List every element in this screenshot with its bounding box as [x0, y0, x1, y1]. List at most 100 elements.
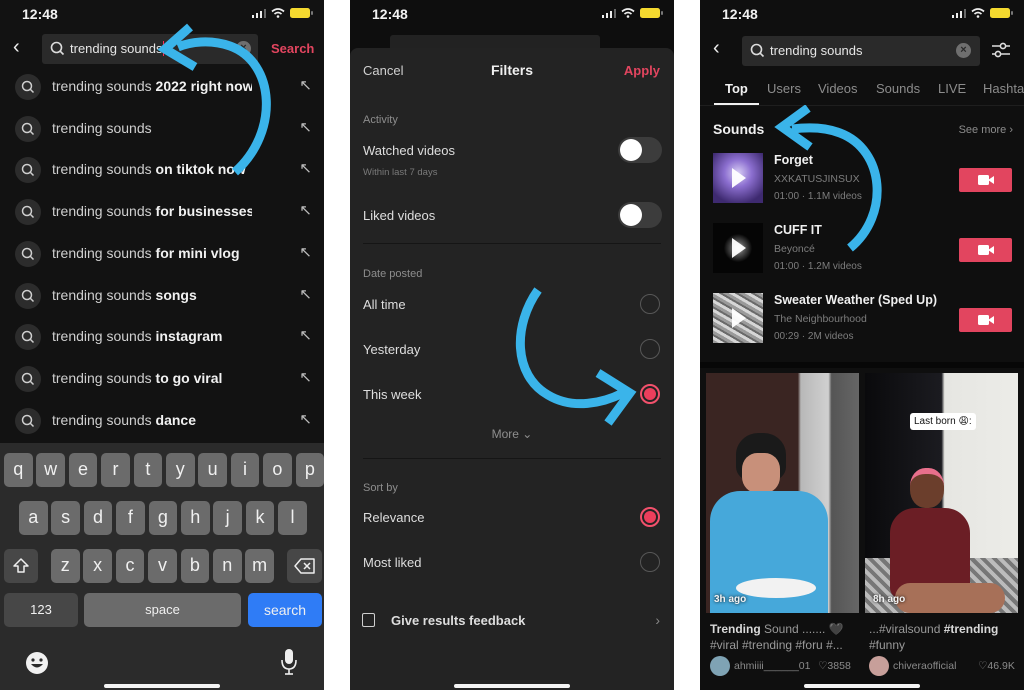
filters-screen: 12:48 Cancel Filters Apply Activity Watc… — [350, 0, 674, 690]
key-j[interactable]: j — [213, 501, 242, 535]
tab-videos[interactable]: Videos — [818, 81, 858, 96]
suggestion-item[interactable]: trending sounds songs ↖ — [0, 276, 324, 318]
fill-query-arrow-icon[interactable]: ↖ — [299, 159, 312, 177]
clear-search-button[interactable]: × — [236, 41, 251, 56]
key-q[interactable]: q — [4, 453, 33, 487]
watched-videos-toggle[interactable] — [618, 137, 662, 163]
space-key[interactable]: space — [84, 593, 241, 627]
sound-meta: 01:00 · 1.1M videos — [774, 191, 862, 202]
see-more-link[interactable]: See more › — [959, 124, 1013, 136]
video-caption[interactable]: ...#viralsound #trending #funny — [869, 621, 1019, 653]
key-x[interactable]: x — [83, 549, 112, 583]
key-z[interactable]: z — [51, 549, 80, 583]
sound-item[interactable]: Sweater Weather (Sped Up) The Neighbourho… — [700, 293, 1024, 355]
use-sound-button[interactable] — [959, 308, 1012, 332]
suggestion-item[interactable]: trending sounds on tiktok now ↖ — [0, 150, 324, 192]
search-input[interactable]: trending sounds × — [42, 34, 258, 64]
sound-item[interactable]: CUFF IT Beyoncé 01:00 · 1.2M videos — [700, 223, 1024, 285]
suggestion-prefix: trending sounds — [52, 411, 152, 428]
key-m[interactable]: m — [245, 549, 274, 583]
key-o[interactable]: o — [263, 453, 292, 487]
key-l[interactable]: l — [278, 501, 307, 535]
video-thumbnail[interactable]: Last born 😩: 8h ago — [865, 373, 1018, 613]
search-button[interactable]: Search — [271, 41, 314, 56]
shift-key[interactable] — [4, 549, 38, 583]
apply-button[interactable]: Apply — [624, 63, 660, 78]
search-input[interactable]: trending sounds × — [742, 36, 980, 66]
key-g[interactable]: g — [148, 501, 178, 535]
key-t[interactable]: t — [133, 453, 163, 487]
feedback-link[interactable]: Give results feedback — [391, 613, 525, 628]
fill-query-arrow-icon[interactable]: ↖ — [299, 76, 312, 94]
video-username[interactable]: chiveraofficial — [893, 660, 956, 672]
fill-query-arrow-icon[interactable]: ↖ — [299, 410, 312, 428]
key-s[interactable]: s — [51, 501, 80, 535]
more-button[interactable]: More ⌄ — [350, 427, 674, 441]
suggestion-item[interactable]: trending sounds to go viral ↖ — [0, 359, 324, 401]
suggestion-item[interactable]: trending sounds for businesses ↖ — [0, 192, 324, 234]
key-n[interactable]: n — [213, 549, 242, 583]
video-username[interactable]: ahmiiii______01 — [734, 660, 810, 672]
suggestion-prefix: trending sounds — [52, 161, 152, 178]
key-k[interactable]: k — [245, 501, 275, 535]
key-i[interactable]: i — [230, 453, 260, 487]
suggestion-item[interactable]: trending sounds ↖ — [0, 109, 324, 151]
use-sound-button[interactable] — [959, 238, 1012, 262]
fill-query-arrow-icon[interactable]: ↖ — [299, 243, 312, 261]
key-p[interactable]: p — [295, 453, 324, 487]
sound-item[interactable]: Forget XXKATUSJINSUX 01:00 · 1.1M videos — [700, 153, 1024, 215]
suggestion-item[interactable]: trending sounds instagram ↖ — [0, 317, 324, 359]
back-button[interactable]: ‹ — [13, 36, 20, 59]
suggestion-item[interactable]: trending sounds for mini vlog ↖ — [0, 234, 324, 276]
video-caption[interactable]: Trending Sound ....... 🖤 #viral #trendin… — [710, 621, 860, 653]
sort-option-radio[interactable] — [640, 552, 660, 572]
tab-top[interactable]: Top — [725, 81, 748, 96]
date-option-radio[interactable] — [640, 384, 660, 404]
shift-icon — [13, 558, 29, 573]
key-e[interactable]: e — [68, 453, 98, 487]
fill-query-arrow-icon[interactable]: ↖ — [299, 368, 312, 386]
sound-cover[interactable] — [713, 153, 763, 203]
tab-sounds[interactable]: Sounds — [876, 81, 920, 96]
sort-option-radio[interactable] — [640, 507, 660, 527]
fill-query-arrow-icon[interactable]: ↖ — [299, 326, 312, 344]
fill-query-arrow-icon[interactable]: ↖ — [299, 118, 312, 136]
suggestion-item[interactable]: trending sounds 2022 right now ↖ — [0, 67, 324, 109]
search-key[interactable]: search — [248, 593, 322, 627]
clear-search-button[interactable]: × — [956, 43, 971, 58]
video-thumbnail[interactable]: 3h ago — [706, 373, 859, 613]
key-d[interactable]: d — [83, 501, 113, 535]
key-r[interactable]: r — [101, 453, 130, 487]
tab-users[interactable]: Users — [767, 81, 801, 96]
emoji-icon[interactable] — [25, 651, 49, 675]
delete-key[interactable] — [287, 549, 322, 583]
suggestion-item[interactable]: trending sounds dance ↖ — [0, 401, 324, 443]
numbers-key[interactable]: 123 — [4, 593, 78, 627]
avatar[interactable] — [869, 656, 889, 676]
key-c[interactable]: c — [115, 549, 145, 583]
search-suggestions-screen: 12:48 ‹ trending sounds × Search trendin… — [0, 0, 324, 690]
key-u[interactable]: u — [198, 453, 227, 487]
fill-query-arrow-icon[interactable]: ↖ — [299, 285, 312, 303]
key-f[interactable]: f — [116, 501, 145, 535]
avatar[interactable] — [710, 656, 730, 676]
key-a[interactable]: a — [19, 501, 48, 535]
microphone-icon[interactable] — [280, 648, 298, 676]
key-w[interactable]: w — [36, 453, 65, 487]
key-v[interactable]: v — [148, 549, 177, 583]
date-option-radio[interactable] — [640, 339, 660, 359]
sound-cover[interactable] — [713, 223, 763, 273]
suggestion-prefix: trending sounds — [52, 286, 152, 303]
tab-live[interactable]: LIVE — [938, 81, 966, 96]
key-b[interactable]: b — [180, 549, 210, 583]
use-sound-button[interactable] — [959, 168, 1012, 192]
fill-query-arrow-icon[interactable]: ↖ — [299, 201, 312, 219]
key-y[interactable]: y — [166, 453, 195, 487]
back-button[interactable]: ‹ — [713, 37, 720, 60]
key-h[interactable]: h — [181, 501, 210, 535]
liked-videos-toggle[interactable] — [618, 202, 662, 228]
tab-hashta[interactable]: Hashta — [983, 81, 1024, 96]
sound-cover[interactable] — [713, 293, 763, 343]
filter-icon[interactable] — [991, 42, 1011, 58]
date-option-radio[interactable] — [640, 294, 660, 314]
